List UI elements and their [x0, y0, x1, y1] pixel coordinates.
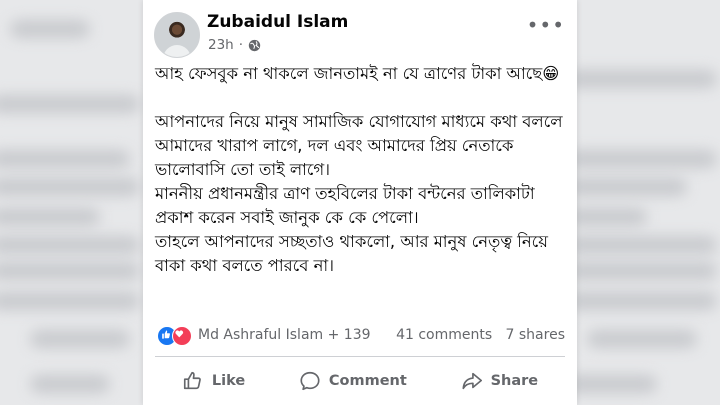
comment-button[interactable]: Comment — [285, 362, 421, 400]
share-button[interactable]: Share — [447, 362, 553, 400]
share-icon — [462, 372, 482, 390]
comments-count[interactable]: 41 comments — [396, 327, 492, 343]
engagement-counts: 41 comments 7 shares — [396, 327, 565, 343]
separator-dot: · — [238, 37, 244, 53]
like-button[interactable]: Like — [168, 362, 259, 400]
comment-icon — [300, 371, 320, 391]
reaction-icons[interactable] — [157, 326, 193, 346]
post-paragraph-3: মাননীয় প্রধানমন্ত্রীর ত্রাণ তহবিলের টাক… — [155, 184, 535, 227]
post-actions: Like Comment Share — [155, 360, 565, 402]
blurred-background-right — [577, 0, 720, 405]
divider — [155, 356, 565, 357]
reactions-bar: Md Ashraful Islam + 139 41 comments 7 sh… — [157, 325, 565, 347]
post-time[interactable]: 23h — [208, 37, 234, 53]
post-card: Zubaidul Islam 23h · ••• আহ ফেসবুক না থা… — [143, 0, 577, 405]
thumbs-up-icon — [183, 371, 201, 390]
like-label: Like — [211, 373, 246, 389]
more-options-icon[interactable]: ••• — [527, 13, 565, 37]
post-paragraph-2: আপনাদের নিয়ে মানুষ সামাজিক যোগাযোগ মাধ্… — [155, 112, 563, 179]
post-paragraph-1: আহ ফেসবুক না থাকলে জানতামই না যে ত্রাণের… — [155, 64, 560, 83]
post-meta: 23h · — [208, 37, 261, 53]
author-name[interactable]: Zubaidul Islam — [207, 12, 348, 32]
post-paragraph-4: তাহলে আপনাদের সচ্ছতাও থাকলো, আর মানুষ নে… — [155, 232, 548, 275]
love-reaction-icon — [172, 326, 192, 346]
reaction-names[interactable]: Md Ashraful Islam + 139 — [198, 327, 371, 343]
post-body: আহ ফেসবুক না থাকলে জানতামই না যে ত্রাণের… — [155, 62, 569, 278]
share-label: Share — [490, 373, 539, 389]
blurred-background-left — [0, 0, 143, 405]
avatar[interactable] — [154, 12, 200, 58]
post-header: Zubaidul Islam 23h · ••• — [154, 9, 567, 59]
globe-icon — [248, 39, 261, 51]
shares-count[interactable]: 7 shares — [506, 327, 565, 343]
comment-label: Comment — [328, 373, 407, 389]
